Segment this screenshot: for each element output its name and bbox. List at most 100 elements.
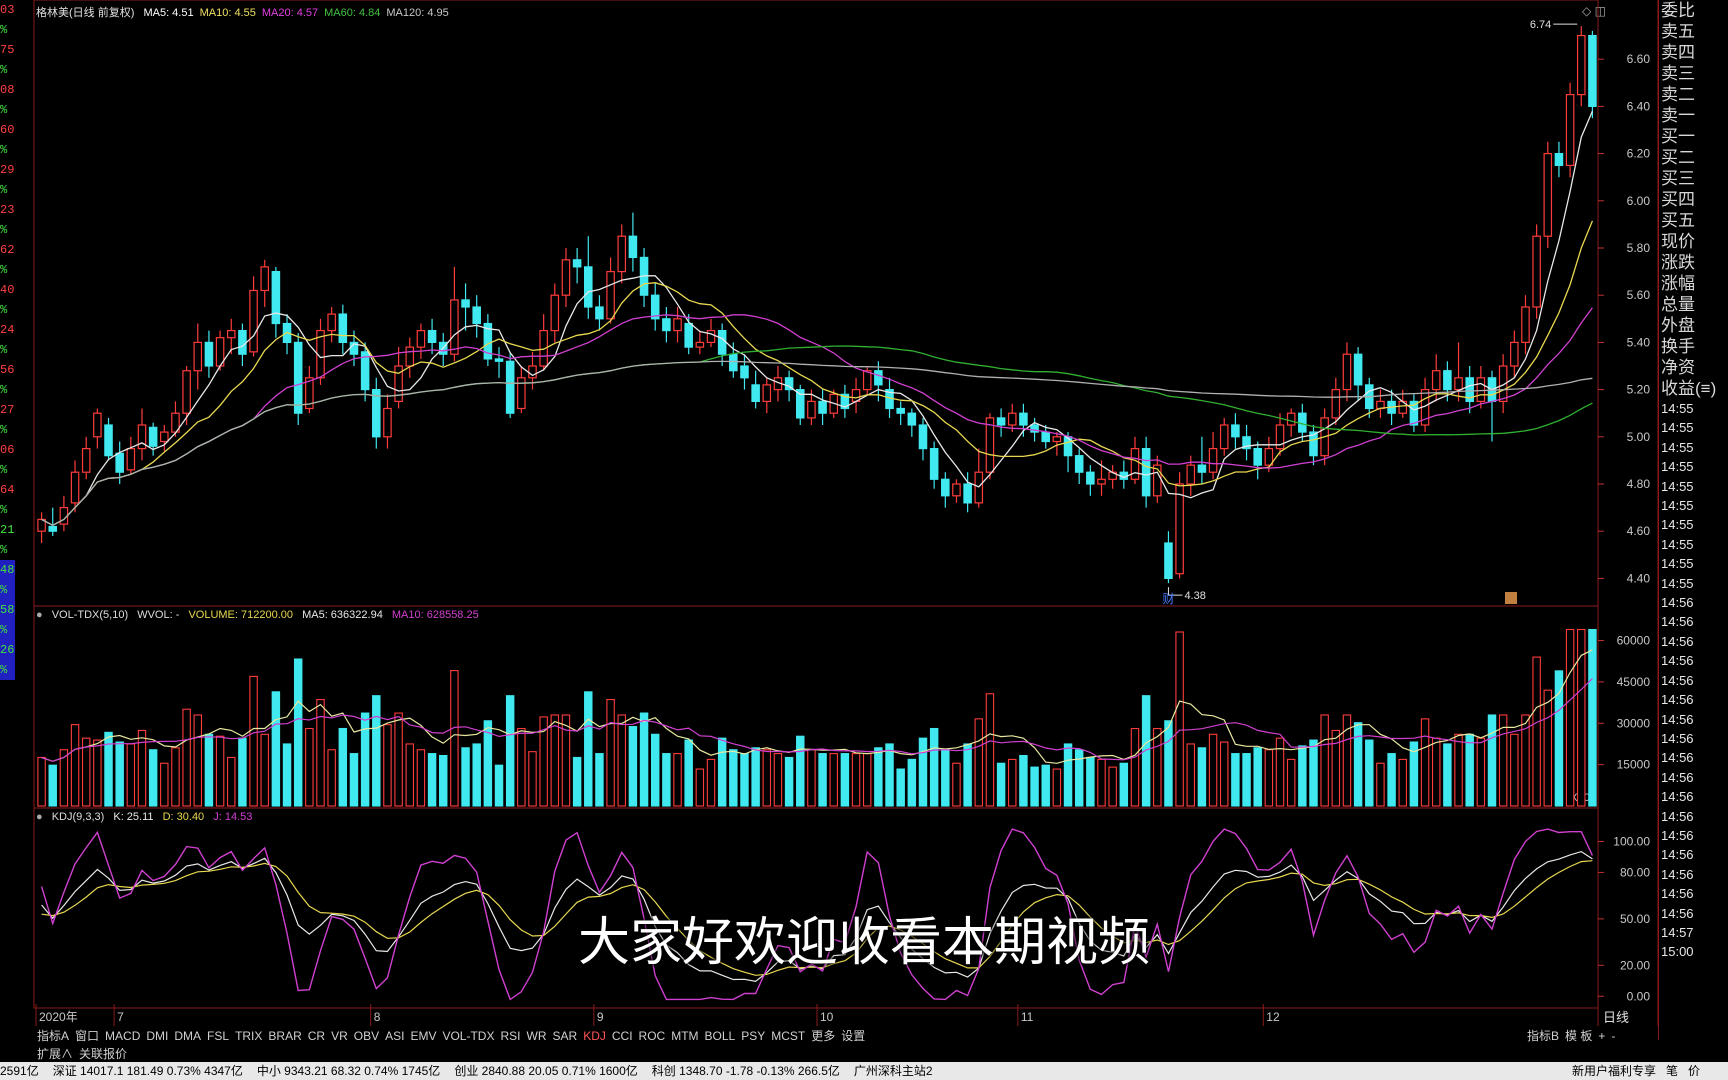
- volume-bar: [1253, 747, 1262, 807]
- status-right-item[interactable]: 新用户福利专享: [1572, 1064, 1656, 1078]
- volume-bar: [171, 747, 180, 807]
- indicator-tab[interactable]: VR: [328, 1027, 351, 1045]
- template-tab[interactable]: +: [1595, 1027, 1608, 1045]
- indicator-tab[interactable]: 窗口: [72, 1027, 102, 1045]
- indicator-tab[interactable]: OBV: [351, 1027, 382, 1045]
- volume-bar: [662, 753, 671, 807]
- volume-bar: [784, 756, 794, 807]
- volume-bar: [673, 753, 682, 807]
- indicator-tab[interactable]: ROC: [636, 1027, 669, 1045]
- candle-body: [1521, 306, 1530, 344]
- indicator-tab[interactable]: 指标A: [34, 1027, 72, 1045]
- indicator-tab[interactable]: CCI: [609, 1027, 636, 1045]
- indicator-tab[interactable]: PSY: [738, 1027, 768, 1045]
- tick-time: 14:56: [1661, 595, 1694, 611]
- candle-body: [740, 365, 749, 379]
- indicator-tab[interactable]: BRAR: [265, 1027, 304, 1045]
- volume-bar: [1554, 670, 1564, 807]
- indicator-tab[interactable]: ASI: [382, 1027, 407, 1045]
- quote-field-label: 卖五: [1661, 22, 1695, 41]
- volume-bar: [1286, 758, 1296, 807]
- volume-bar: [1353, 722, 1363, 807]
- volume-bar: [996, 762, 1006, 807]
- indicator-tab[interactable]: MCST: [768, 1027, 808, 1045]
- indicator-tab[interactable]: DMI: [143, 1027, 171, 1045]
- stock-chart[interactable]: 6.60 6.40 6.20 6.00 5.80 5.60 5.40 5.20 5.00 4.80…: [0, 0, 1658, 1028]
- extension-button[interactable]: 关联报价: [76, 1045, 130, 1063]
- indicator-tab[interactable]: 设置: [838, 1027, 868, 1045]
- candle-body: [1554, 153, 1564, 167]
- candle-body: [383, 407, 392, 438]
- candle-body: [427, 330, 437, 344]
- volume-bar: [316, 699, 325, 807]
- candle-body: [941, 478, 950, 497]
- candle-body: [583, 266, 593, 308]
- indicator-tab[interactable]: KDJ: [580, 1027, 609, 1045]
- volume-bar: [1320, 714, 1329, 807]
- volume-tick-label: 30000: [1617, 716, 1651, 730]
- volume-bar: [372, 695, 381, 807]
- candle-body: [963, 483, 972, 504]
- extension-button[interactable]: 扩展∧: [34, 1045, 76, 1063]
- indicator-tab[interactable]: SAR: [550, 1027, 581, 1045]
- indicator-tab[interactable]: FSL: [204, 1027, 232, 1045]
- template-tab-bar: 指标B 模 板 + -: [1524, 1027, 1618, 1045]
- indicator-tab[interactable]: CR: [305, 1027, 328, 1045]
- indicator-tab[interactable]: RSI: [497, 1027, 523, 1045]
- candle-body: [81, 448, 91, 473]
- quote-side-panel: 委比 卖五 卖四 卖三 卖二 卖一 买一 买二 买三 买四 买五 现价 涨跌 涨幅 总量 外盘 换手 净资 收益(≡…: [1658, 0, 1728, 1040]
- tick-time: 14:56: [1661, 808, 1694, 824]
- quote-field-label: 换手: [1661, 337, 1695, 356]
- indicator-tab[interactable]: WR: [524, 1027, 550, 1045]
- template-tab[interactable]: 指标B: [1524, 1027, 1562, 1045]
- tick-time: 14:55: [1661, 536, 1694, 552]
- volume-bar: [1376, 762, 1385, 807]
- volume-bar: [717, 737, 727, 807]
- indicator-tab[interactable]: MACD: [102, 1027, 143, 1045]
- volume-bar: [584, 691, 593, 807]
- volume-bar: [751, 747, 760, 807]
- status-right-item[interactable]: 笔: [1666, 1064, 1678, 1078]
- indicator-tab[interactable]: TRIX: [232, 1027, 265, 1045]
- candle-body: [1443, 370, 1452, 391]
- volume-bar: [818, 753, 827, 807]
- x-axis-label: 7: [117, 1010, 124, 1024]
- volume-bar: [1588, 628, 1597, 807]
- indicator-tab[interactable]: VOL-TDX: [439, 1027, 497, 1045]
- template-tab[interactable]: -: [1608, 1027, 1618, 1045]
- tick-time: 14:55: [1661, 420, 1694, 436]
- indicator-tab[interactable]: MTM: [668, 1027, 701, 1045]
- x-axis-label: 8: [374, 1010, 381, 1024]
- indicator-tab[interactable]: DMA: [171, 1027, 204, 1045]
- candle-body: [695, 341, 705, 348]
- candle-body: [717, 330, 727, 355]
- candle-body: [1219, 424, 1229, 450]
- candle-body: [226, 330, 236, 339]
- candle-body: [907, 412, 917, 426]
- volume-bar: [1208, 733, 1218, 807]
- volume-bar: [126, 743, 136, 807]
- candle-body: [974, 471, 984, 504]
- price-tick-label: 4.80: [1627, 477, 1651, 491]
- candle-body: [1097, 478, 1106, 485]
- price-tick-label: 5.80: [1627, 241, 1651, 255]
- candle-body: [115, 452, 124, 473]
- status-right-item[interactable]: 价: [1688, 1064, 1700, 1078]
- volume-bar: [829, 753, 838, 807]
- status-right[interactable]: 新用户福利专享笔价: [1572, 1062, 1710, 1080]
- volume-bar: [684, 739, 693, 807]
- price-tick-label: 4.40: [1627, 571, 1651, 585]
- indicator-tab[interactable]: BOLL: [702, 1027, 739, 1045]
- candle-body: [985, 417, 995, 473]
- volume-bar: [472, 743, 481, 807]
- indicator-tab[interactable]: 更多: [808, 1027, 838, 1045]
- volume-bar: [874, 747, 883, 807]
- candle-body: [684, 322, 693, 348]
- template-tab[interactable]: 模 板: [1562, 1027, 1595, 1045]
- indicator-tab[interactable]: EMV: [407, 1027, 439, 1045]
- volume-bar: [1454, 733, 1463, 807]
- volume-bar: [383, 724, 392, 807]
- candle-body: [160, 431, 169, 443]
- quote-field-label: 卖一: [1661, 106, 1695, 125]
- volume-bar: [1465, 733, 1474, 807]
